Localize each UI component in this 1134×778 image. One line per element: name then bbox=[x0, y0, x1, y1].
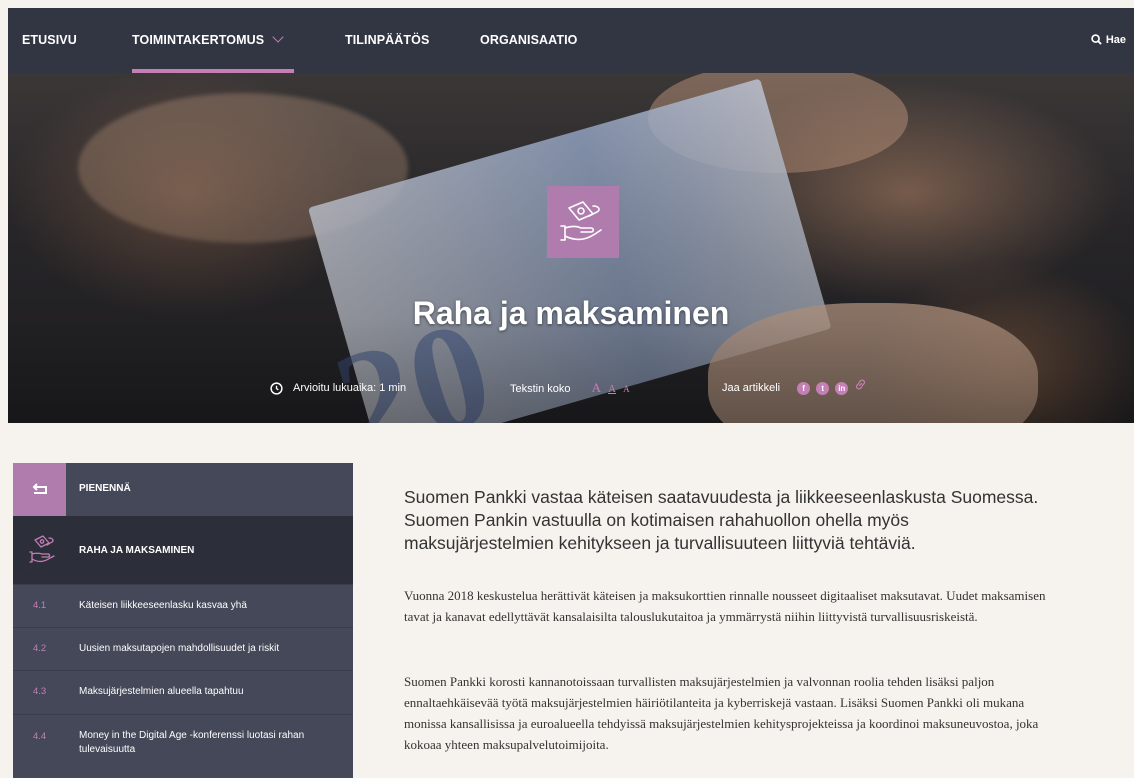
page-title: Raha ja maksaminen bbox=[412, 295, 730, 331]
nav-item-toimintakertomus[interactable]: TOIMINTAKERTOMUS bbox=[132, 8, 295, 73]
nav-label: ETUSIVU bbox=[22, 33, 77, 47]
collapse-label: PIENENNÄ bbox=[79, 483, 131, 494]
search-label: Hae bbox=[1105, 34, 1126, 46]
sidebar-item-4-3[interactable]: 4.3 Maksujärjestelmien alueella tapahtuu bbox=[13, 670, 353, 715]
text-size-large[interactable]: A bbox=[592, 380, 601, 395]
sidebar-item-4-1[interactable]: 4.1 Käteisen liikkeeseenlasku kasvaa yhä bbox=[13, 584, 353, 628]
text-size-small[interactable]: A bbox=[623, 384, 630, 394]
item-number: 4.3 bbox=[33, 686, 47, 697]
section-title: RAHA JA MAKSAMINEN bbox=[79, 545, 195, 556]
money-hands-icon bbox=[547, 186, 619, 258]
sidebar-item-4-2[interactable]: 4.2 Uusien maksutapojen mahdollisuudet j… bbox=[13, 627, 353, 671]
top-navigation: ETUSIVU TOIMINTAKERTOMUS TILINPÄÄTÖS ORG… bbox=[8, 8, 1134, 73]
sidebar-section-header[interactable]: RAHA JA MAKSAMINEN bbox=[13, 516, 353, 584]
reading-time: Arvioitu lukuaika: 1 min bbox=[270, 378, 406, 398]
item-number: 4.2 bbox=[33, 643, 47, 654]
body-paragraph: Suomen Pankki korosti kannanotoissaan tu… bbox=[404, 674, 1039, 752]
item-label: Money in the Digital Age -konferenssi lu… bbox=[79, 730, 305, 755]
sidebar-item-4-4[interactable]: 4.4 Money in the Digital Age -konferenss… bbox=[13, 714, 353, 778]
lead-paragraph: Suomen Pankki vastaa käteisen saatavuude… bbox=[404, 487, 1039, 553]
money-hands-icon bbox=[25, 530, 63, 575]
reading-time-text: Arvioitu lukuaika: 1 min bbox=[293, 382, 407, 394]
text-size-label: Tekstin koko bbox=[510, 383, 571, 395]
item-label: Maksujärjestelmien alueella tapahtuu bbox=[79, 686, 244, 697]
text-size-control: Tekstin koko A A A bbox=[510, 378, 630, 398]
text-size-medium[interactable]: A bbox=[608, 383, 616, 395]
sidebar-toc: PIENENNÄ RAHA JA MAKSAMINEN 4.1 Käteisen… bbox=[13, 463, 353, 778]
item-number: 4.4 bbox=[33, 731, 47, 742]
chevron-down-icon bbox=[272, 31, 284, 43]
share-label: Jaa artikkeli bbox=[722, 382, 781, 394]
clock-icon bbox=[270, 381, 283, 395]
facebook-icon[interactable]: f bbox=[797, 381, 811, 395]
item-number: 4.1 bbox=[33, 600, 47, 611]
share-article: Jaa artikkeli f t in bbox=[722, 378, 867, 398]
nav-item-etusivu[interactable]: ETUSIVU bbox=[22, 8, 77, 73]
nav-label: TOIMINTAKERTOMUS bbox=[132, 33, 265, 47]
page: ETUSIVU TOIMINTAKERTOMUS TILINPÄÄTÖS ORG… bbox=[8, 8, 1134, 778]
linkedin-icon[interactable]: in bbox=[835, 381, 849, 395]
collapse-button[interactable]: PIENENNÄ bbox=[13, 463, 353, 516]
nav-label: ORGANISAATIO bbox=[480, 33, 578, 47]
link-icon[interactable] bbox=[854, 378, 867, 398]
item-label: Käteisen liikkeeseenlasku kasvaa yhä bbox=[79, 600, 247, 611]
nav-label: TILINPÄÄTÖS bbox=[345, 33, 430, 47]
nav-item-organisaatio[interactable]: ORGANISAATIO bbox=[480, 8, 578, 73]
nav-item-tilinpaatos[interactable]: TILINPÄÄTÖS bbox=[345, 8, 429, 73]
body-paragraph: Vuonna 2018 keskustelua herättivät kätei… bbox=[404, 588, 1046, 624]
collapse-icon bbox=[13, 463, 66, 516]
search-icon bbox=[1091, 33, 1102, 45]
item-label: Uusien maksutapojen mahdollisuudet ja ri… bbox=[79, 643, 280, 654]
hero-banner: 20 Raha ja maksaminen Arvioitu lukuaika:… bbox=[8, 73, 1134, 423]
twitter-icon[interactable]: t bbox=[816, 381, 830, 395]
search-button[interactable]: Hae bbox=[1091, 8, 1126, 73]
